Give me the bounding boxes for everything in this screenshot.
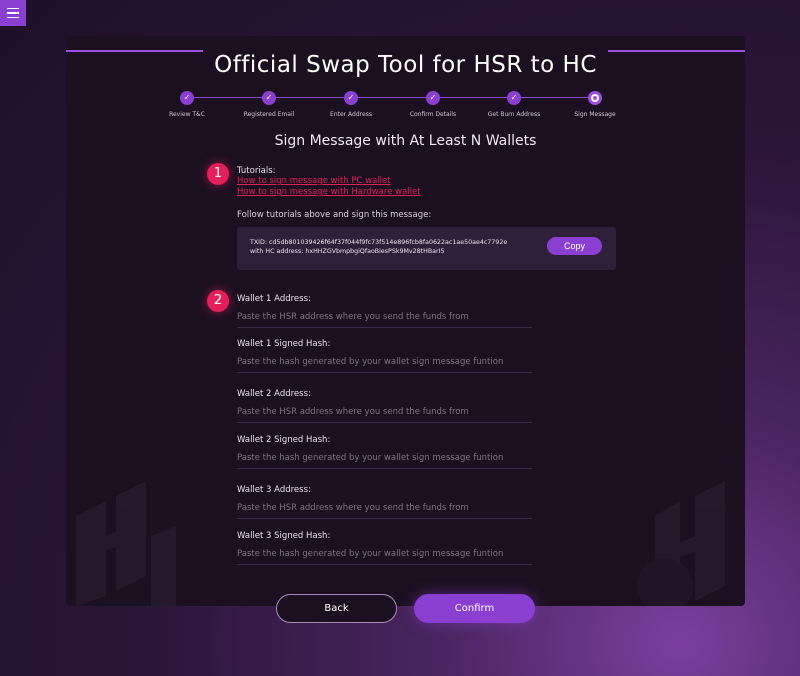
check-icon: ✓ [426,91,440,105]
wallet-1-address-input[interactable] [237,312,532,328]
tutorials-label: Tutorials: [237,166,276,176]
step-label: Registered Email [243,111,295,118]
step-label: Get Burn Address [487,111,541,118]
hc-logo-watermark-left [76,481,176,606]
step-label: Confirm Details [409,111,457,118]
back-button[interactable]: Back [276,594,397,623]
current-step-icon [588,91,602,105]
wallet-1-address-field: Wallet 1 Address: [237,294,532,328]
confirm-button[interactable]: Confirm [414,594,535,623]
message-txid: TXID: cd5db801039426f64f37f044f9fc73f514… [250,239,508,246]
step-number-badge-2: 2 [207,290,229,312]
check-icon: ✓ [344,91,358,105]
copy-button[interactable]: Copy [547,237,602,255]
message-text: TXID: cd5db801039426f64f37f044f9fc73f514… [250,238,507,256]
title-row: Official Swap Tool for HSR to HC [66,50,745,80]
hamburger-menu-icon[interactable] [0,0,26,26]
step-label: Sign Message [574,111,616,118]
tutorials-block: Tutorials: How to sign message with PC w… [237,166,421,198]
page-title: Official Swap Tool for HSR to HC [214,52,597,78]
check-icon: ✓ [507,91,521,105]
wallet-2-hash-field: Wallet 2 Signed Hash: [237,435,532,469]
field-label: Wallet 3 Address: [237,485,311,495]
hardware-wallet-tutorial-link[interactable]: How to sign message with Hardware wallet [237,187,421,198]
wallet-2-hash-input[interactable] [237,453,532,469]
message-hc-address: with HC address: hxHHZGVbmpbgiQfaoBiesPS… [250,248,445,255]
step-review-tc: ✓ Review T&C [147,91,227,118]
wallet-1-hash-input[interactable] [237,357,532,373]
check-icon: ✓ [262,91,276,105]
step-enter-address: ✓ Enter Address [311,91,391,118]
pc-wallet-tutorial-link[interactable]: How to sign message with PC wallet [237,176,421,187]
field-label: Wallet 2 Address: [237,389,311,399]
step-confirm-details: ✓ Confirm Details [393,91,473,118]
wallet-2-address-input[interactable] [237,407,532,423]
swap-tool-card: Official Swap Tool for HSR to HC ✓ Revie… [66,36,745,606]
field-label: Wallet 2 Signed Hash: [237,435,331,445]
step-label: Review T&C [169,111,205,118]
wallet-1-hash-field: Wallet 1 Signed Hash: [237,339,532,373]
step-sign-message: Sign Message [555,91,635,118]
wallet-3-address-input[interactable] [237,503,532,519]
field-label: Wallet 1 Signed Hash: [237,339,331,349]
field-label: Wallet 3 Signed Hash: [237,531,331,541]
follow-instructions: Follow tutorials above and sign this mes… [237,210,432,220]
check-icon: ✓ [180,91,194,105]
wallet-3-hash-field: Wallet 3 Signed Hash: [237,531,532,565]
section-subtitle: Sign Message with At Least N Wallets [274,133,537,149]
wallet-3-hash-input[interactable] [237,549,532,565]
message-box: TXID: cd5db801039426f64f37f044f9fc73f514… [237,227,616,270]
step-label: Enter Address [330,111,372,118]
step-number-badge-1: 1 [207,163,229,185]
step-get-burn-address: ✓ Get Burn Address [474,91,554,118]
step-registered-email: ✓ Registered Email [229,91,309,118]
wallet-3-address-field: Wallet 3 Address: [237,485,532,519]
progress-stepper: ✓ Review T&C ✓ Registered Email ✓ Enter … [167,91,647,121]
field-label: Wallet 1 Address: [237,294,311,304]
hc-logo-watermark-right [637,481,725,606]
wallet-2-address-field: Wallet 2 Address: [237,389,532,423]
